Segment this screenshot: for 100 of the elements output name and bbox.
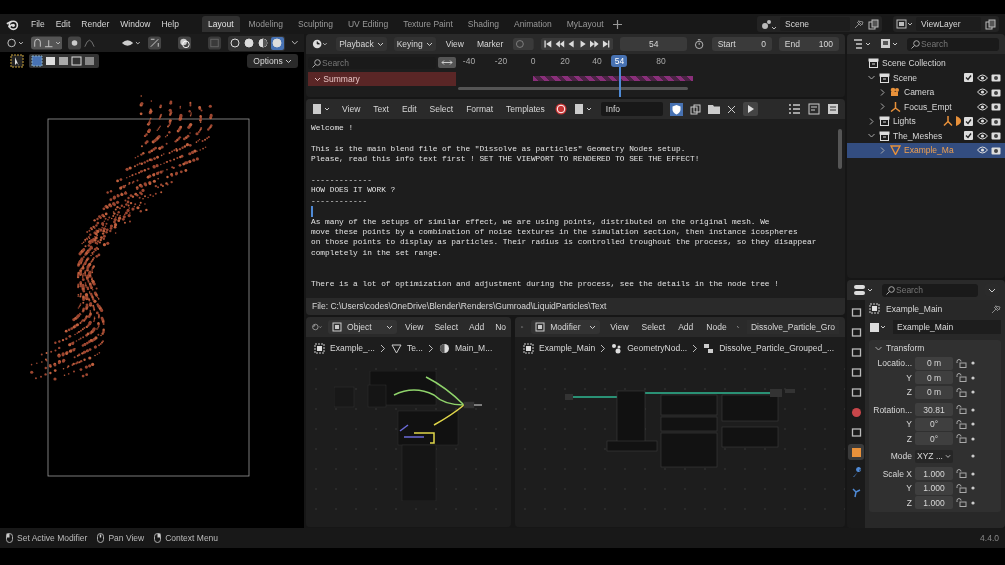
- camera-render-icon[interactable]: [991, 131, 1001, 141]
- number-field[interactable]: 0 m: [915, 385, 953, 399]
- menu-item[interactable]: View: [442, 37, 467, 51]
- workspace-tab[interactable]: MyLayout: [560, 16, 610, 32]
- keyframe-dot-icon[interactable]: [971, 486, 975, 491]
- menu-item[interactable]: File: [31, 19, 45, 29]
- outliner-item-label[interactable]: Scene: [893, 72, 961, 83]
- keyframe-dot-icon[interactable]: [971, 361, 975, 366]
- object-name-field[interactable]: Example_Main: [893, 320, 1001, 334]
- shader-sphere-icon[interactable]: [312, 321, 324, 333]
- workspace-tab[interactable]: Layout: [201, 16, 240, 32]
- outliner-row[interactable]: Scene Collection: [847, 56, 1005, 71]
- stopwatch-icon[interactable]: [694, 38, 705, 50]
- menu-item[interactable]: Window: [120, 19, 151, 29]
- copy-icon[interactable]: [985, 18, 996, 30]
- disclosure-icon[interactable]: [868, 74, 875, 82]
- search-field[interactable]: Search: [308, 57, 436, 69]
- pin-icon[interactable]: [991, 303, 1001, 314]
- outliner-item-label[interactable]: The_Meshes: [893, 130, 961, 141]
- breadcrumb[interactable]: Example_Main: [539, 342, 596, 354]
- shading-mode-button[interactable]: [256, 36, 270, 50]
- disclosure-icon[interactable]: [868, 117, 875, 125]
- object-data-icon[interactable]: [869, 321, 887, 333]
- playhead-label[interactable]: 54: [611, 55, 628, 67]
- lock-icon[interactable]: [956, 483, 967, 493]
- folder-icon[interactable]: [707, 104, 720, 114]
- shading-mode-button[interactable]: [242, 36, 256, 50]
- keyframe-dot-icon[interactable]: [971, 500, 975, 505]
- menu-item[interactable]: View: [607, 320, 632, 334]
- mode-dropdown[interactable]: Object: [328, 320, 398, 334]
- menu-item[interactable]: Select: [426, 102, 457, 116]
- start-frame-field[interactable]: Start 0: [711, 37, 772, 51]
- breadcrumb[interactable]: Example_...: [330, 342, 375, 354]
- number-field[interactable]: 0 m: [915, 371, 953, 385]
- outliner-row[interactable]: The_Meshes: [847, 128, 1005, 143]
- eye-icon[interactable]: [977, 102, 988, 111]
- camera-render-icon[interactable]: [991, 73, 1001, 83]
- keyframe-dot-icon[interactable]: [971, 436, 975, 441]
- menu-item[interactable]: Edit: [55, 19, 71, 29]
- menu-item[interactable]: Add: [675, 320, 697, 334]
- panel-header[interactable]: Transform: [869, 340, 1001, 356]
- panel-title[interactable]: Transform: [886, 343, 925, 353]
- lock-icon[interactable]: [956, 387, 967, 397]
- swap-icon[interactable]: [438, 57, 456, 68]
- display-mode-icon[interactable]: [853, 38, 873, 50]
- keyframe-dot-icon[interactable]: [971, 375, 975, 380]
- node[interactable]: [367, 384, 386, 408]
- disclosure-icon[interactable]: [879, 88, 886, 96]
- workspace-tab[interactable]: Shading: [461, 16, 505, 32]
- workspace-tab[interactable]: Texture Paint: [397, 16, 459, 32]
- checkbox[interactable]: [964, 116, 973, 126]
- word-wrap-icon[interactable]: [808, 103, 820, 115]
- caret-icon[interactable]: [290, 40, 298, 46]
- select-tool-icon[interactable]: [10, 53, 24, 68]
- visibility-icon[interactable]: [121, 37, 142, 49]
- syntax-highlight-icon[interactable]: [827, 103, 839, 115]
- workspace-tab[interactable]: Modeling: [242, 16, 289, 32]
- camera-render-icon[interactable]: [991, 116, 1001, 126]
- camera-render-icon[interactable]: [991, 87, 1001, 97]
- breadcrumb[interactable]: GeometryNod...: [627, 342, 688, 354]
- transform-orientation-icon[interactable]: [6, 37, 25, 49]
- camera-render-icon[interactable]: [991, 102, 1001, 112]
- menu-item[interactable]: Marker: [474, 37, 507, 51]
- menu-item[interactable]: Select: [431, 320, 461, 334]
- record-icon[interactable]: [513, 37, 535, 51]
- number-field[interactable]: 1.000: [915, 496, 953, 510]
- options-dropdown[interactable]: Options: [247, 53, 298, 68]
- xray-icon[interactable]: [208, 36, 222, 50]
- play-icon[interactable]: [742, 102, 758, 116]
- copy-icon[interactable]: [868, 18, 879, 30]
- shading-mode-button[interactable]: [270, 36, 284, 50]
- node-frame[interactable]: [397, 410, 458, 446]
- number-field[interactable]: 30.81: [915, 403, 953, 417]
- search-field[interactable]: Search: [882, 283, 978, 297]
- menu-item[interactable]: No: [492, 320, 509, 334]
- keyframe-dot-icon[interactable]: [971, 407, 975, 412]
- node[interactable]: [565, 394, 573, 400]
- menu-item[interactable]: View: [339, 102, 364, 116]
- number-field[interactable]: 1.000: [915, 467, 953, 481]
- search-field[interactable]: Search: [907, 37, 999, 51]
- properties-editor-icon[interactable]: [853, 284, 875, 296]
- menu-item[interactable]: Templates: [503, 102, 548, 116]
- lock-icon[interactable]: [956, 498, 967, 508]
- blender-logo-icon[interactable]: [6, 17, 19, 31]
- eye-icon[interactable]: [977, 88, 988, 97]
- checkbox[interactable]: [964, 73, 973, 83]
- lock-icon[interactable]: [956, 373, 967, 383]
- number-field[interactable]: 0 m: [915, 356, 953, 370]
- playback-controls-icon[interactable]: [541, 37, 614, 51]
- breadcrumb[interactable]: Dissolve_Particle_Grouped_...: [719, 342, 835, 354]
- menu-item[interactable]: Text: [370, 102, 392, 116]
- outliner-item-label[interactable]: Example_Ma: [904, 145, 961, 156]
- outliner-item-label[interactable]: Focus_Empt: [904, 101, 961, 112]
- lock-icon[interactable]: [956, 358, 967, 368]
- filter-icon[interactable]: [880, 38, 900, 50]
- outliner-row[interactable]: Scene: [847, 70, 1005, 85]
- menu-item[interactable]: Add: [466, 320, 488, 334]
- snap-icon[interactable]: [30, 36, 63, 50]
- light-icon[interactable]: [956, 116, 961, 127]
- number-field[interactable]: 0°: [915, 417, 953, 431]
